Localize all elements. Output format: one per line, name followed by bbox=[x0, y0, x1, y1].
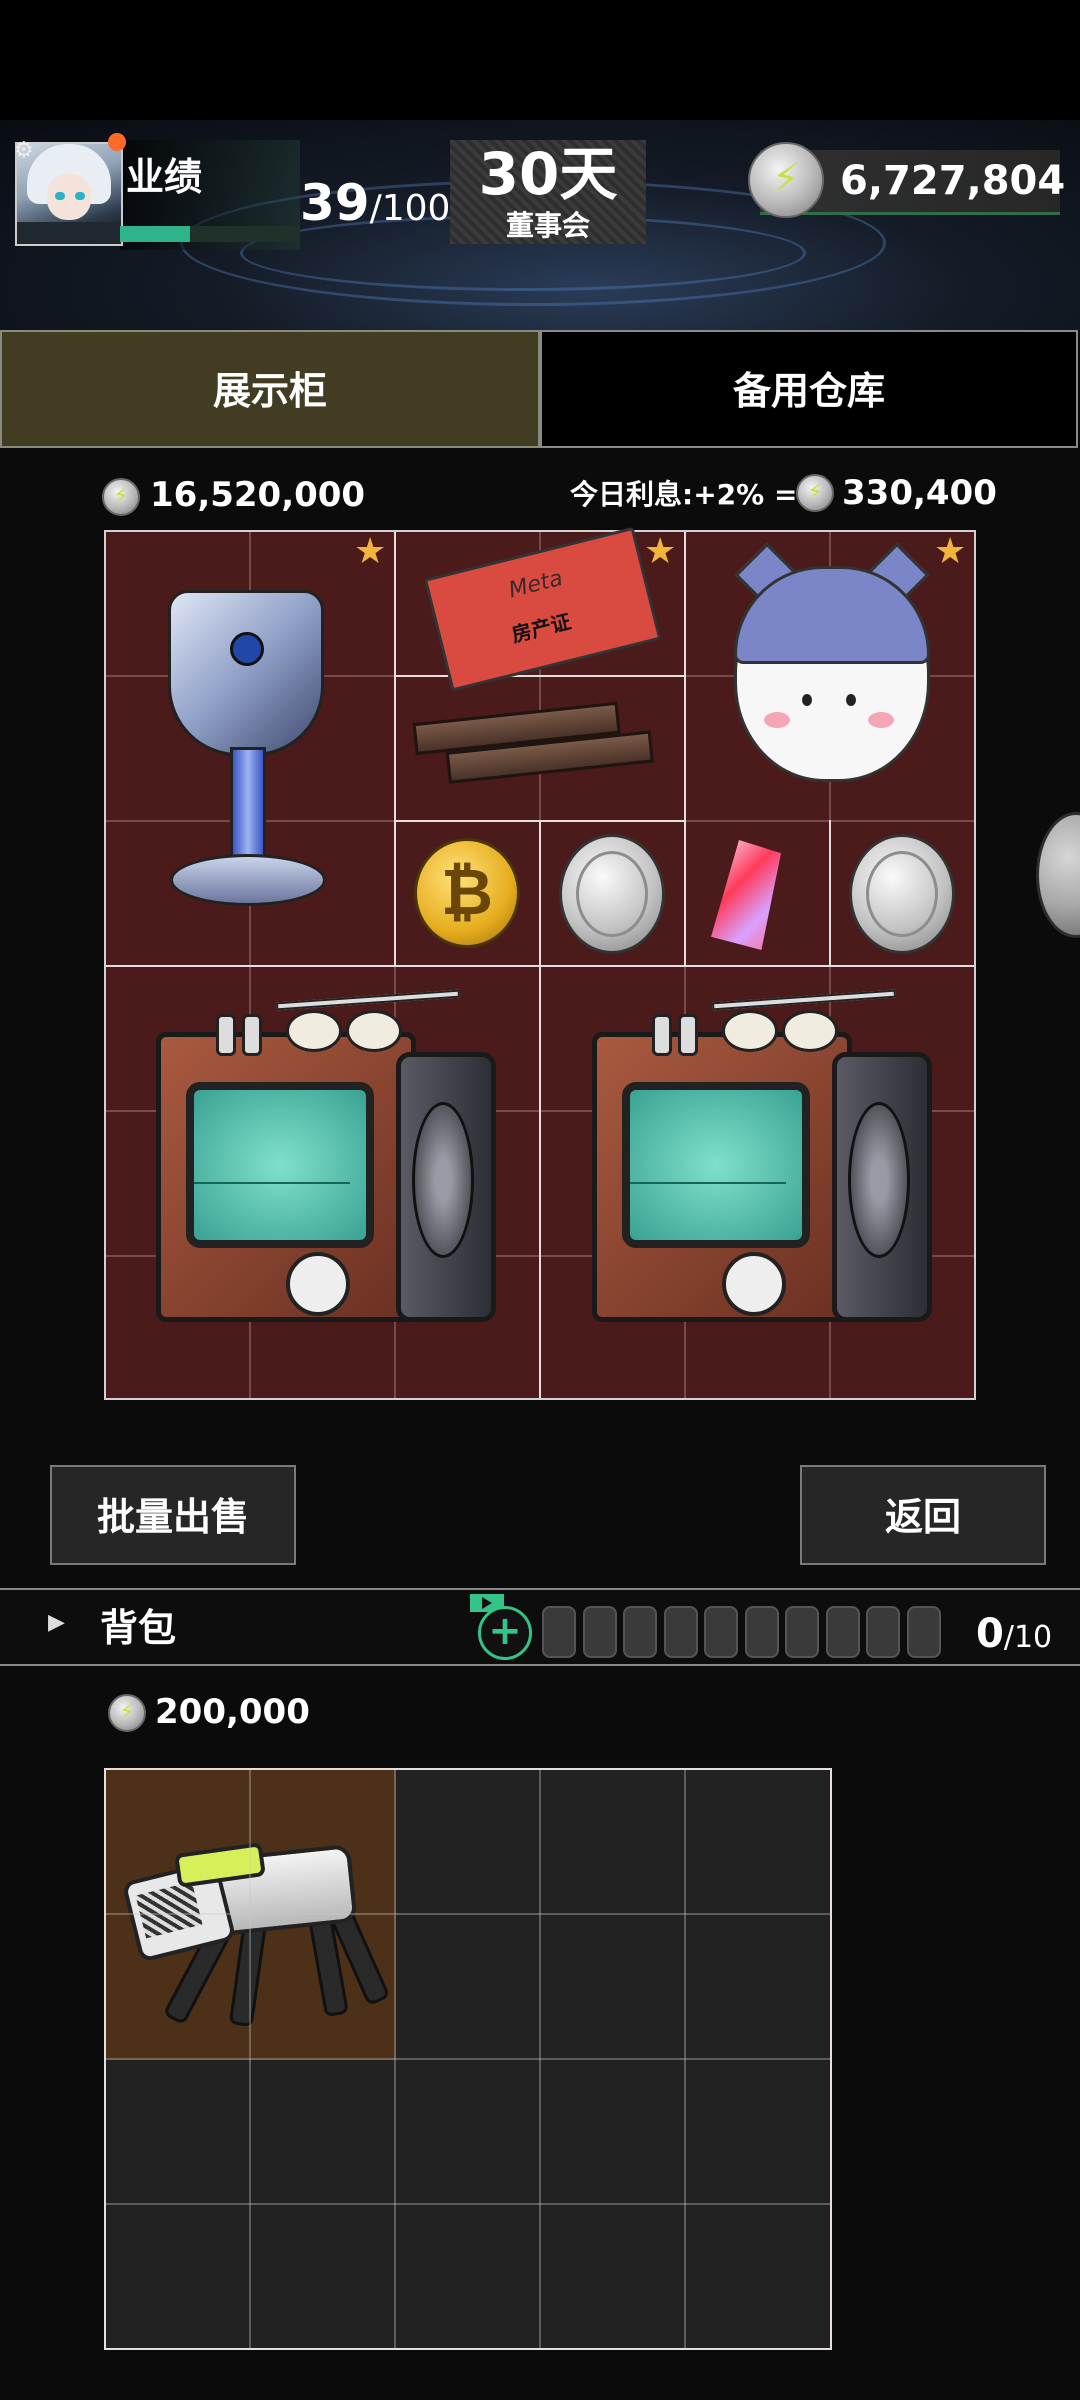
showcase-grid: ★ Meta 房产证 ★ ★ ₿ bbox=[104, 526, 976, 1400]
backpack-slot-indicator bbox=[866, 1606, 900, 1658]
performance-max: /100 bbox=[369, 188, 451, 229]
backpack-slot-indicator bbox=[744, 1606, 779, 1658]
deed-card bbox=[423, 526, 662, 692]
tv-control bbox=[286, 1252, 350, 1316]
bulk-sell-button[interactable]: 批量出售 bbox=[50, 1465, 296, 1565]
star-icon: ★ bbox=[934, 531, 967, 572]
crystal-gem bbox=[711, 840, 781, 950]
performance-label: 业绩 bbox=[126, 155, 203, 199]
tv-antenna bbox=[711, 989, 897, 1011]
tv-knob bbox=[652, 1014, 672, 1056]
header: ⚙ 业绩 39/100 30天 董事会 ⚡ 6,727,804 bbox=[0, 120, 1080, 330]
cat-cheek bbox=[868, 712, 894, 728]
add-slot-button[interactable]: + bbox=[478, 1606, 532, 1660]
lightning-coin-icon: ⚡ bbox=[796, 474, 834, 512]
interest-label: 今日利息:+2% = bbox=[570, 478, 798, 511]
cat-cheek bbox=[764, 712, 790, 728]
notification-dot bbox=[108, 133, 126, 151]
tv-dial bbox=[722, 1010, 778, 1052]
tv-knob bbox=[242, 1014, 262, 1056]
showcase-item-bitcoin[interactable]: ₿ bbox=[414, 838, 520, 948]
backpack-count-current: 0 bbox=[976, 1611, 1004, 1657]
backpack-slot-indicator bbox=[906, 1606, 941, 1658]
showcase-item-silver-coin[interactable] bbox=[849, 834, 955, 954]
showcase-item-property-deed[interactable]: Meta 房产证 ★ bbox=[396, 526, 684, 692]
backpack-count-max: /10 bbox=[1003, 1620, 1053, 1655]
status-bar bbox=[0, 0, 1080, 120]
gear-icon[interactable]: ⚙ bbox=[14, 138, 34, 163]
tv-dial bbox=[346, 1010, 402, 1052]
performance-current: 39 bbox=[300, 174, 370, 232]
tv-knob bbox=[216, 1014, 236, 1056]
lightning-coin-icon: ⚡ bbox=[748, 142, 824, 218]
star-icon: ★ bbox=[354, 531, 387, 572]
star-icon: ★ bbox=[644, 531, 677, 572]
robot-leg bbox=[228, 1918, 268, 2028]
showcase-item-contract-sticks[interactable] bbox=[411, 687, 670, 813]
backpack-count: 0/10 bbox=[976, 1604, 1052, 1672]
avatar-coat bbox=[17, 222, 121, 244]
performance-bar-fill bbox=[120, 226, 190, 242]
tab-showcase[interactable]: 展示柜 bbox=[0, 330, 540, 448]
return-button[interactable]: 返回 bbox=[800, 1465, 1046, 1565]
showcase-item-retro-tv[interactable] bbox=[592, 989, 932, 1362]
tv-speaker bbox=[412, 1102, 474, 1258]
board-days: 30天 bbox=[478, 140, 618, 208]
triangle-right-icon[interactable]: ▶ bbox=[48, 1610, 65, 1635]
trophy-base bbox=[170, 854, 326, 906]
backpack-slot-indicator bbox=[623, 1606, 657, 1658]
showcase-total-value: 16,520,000 bbox=[150, 475, 366, 515]
cat-eye bbox=[846, 694, 856, 706]
backpack-slot-indicator bbox=[785, 1606, 819, 1658]
tv-dial bbox=[782, 1010, 838, 1052]
showcase-item-crystal[interactable] bbox=[541, 822, 781, 965]
performance-value: 39/100 bbox=[300, 172, 450, 234]
tv-antenna bbox=[275, 989, 461, 1011]
cat-eye bbox=[802, 694, 812, 706]
tv-screen bbox=[186, 1082, 374, 1248]
backpack-slot-indicator bbox=[542, 1606, 576, 1658]
avatar-eye bbox=[75, 192, 85, 200]
showcase-item-trophy[interactable]: ★ bbox=[106, 532, 394, 965]
trophy-gem bbox=[230, 632, 264, 666]
backpack-slot-indicator bbox=[825, 1606, 860, 1658]
tv-control bbox=[722, 1252, 786, 1316]
backpack-slot-indicator bbox=[704, 1606, 738, 1658]
tv-waveform bbox=[194, 1182, 350, 1202]
backpack-slot-indicator bbox=[582, 1606, 617, 1658]
balance-value: 6,727,804 bbox=[840, 158, 1066, 204]
trophy-cup bbox=[168, 590, 324, 756]
lightning-coin-icon: ⚡ bbox=[102, 478, 140, 516]
backpack-total-value: 200,000 bbox=[155, 1692, 310, 1732]
backpack-title: 背包 bbox=[100, 1606, 177, 1650]
board-label: 董事会 bbox=[505, 209, 590, 242]
tv-knob bbox=[678, 1014, 698, 1056]
tv-speaker bbox=[848, 1102, 910, 1258]
tab-storage[interactable]: 备用仓库 bbox=[540, 330, 1078, 448]
lightning-coin-icon: ⚡ bbox=[108, 1694, 146, 1732]
avatar-eye bbox=[55, 192, 65, 200]
tv-waveform bbox=[630, 1182, 786, 1202]
backpack-item-robot-dog[interactable] bbox=[106, 1770, 396, 2060]
tv-screen bbox=[622, 1082, 810, 1248]
backpack-slot-indicator bbox=[663, 1606, 698, 1658]
side-drawer-handle[interactable] bbox=[1036, 812, 1080, 938]
backpack-grid bbox=[104, 1768, 832, 2350]
showcase-item-retro-tv[interactable] bbox=[156, 989, 496, 1362]
interest-value: 330,400 bbox=[842, 473, 997, 513]
tv-dial bbox=[286, 1010, 342, 1052]
board-meeting-countdown[interactable]: 30天 董事会 bbox=[450, 140, 646, 244]
showcase-item-cat-plush[interactable]: ★ bbox=[686, 532, 974, 820]
